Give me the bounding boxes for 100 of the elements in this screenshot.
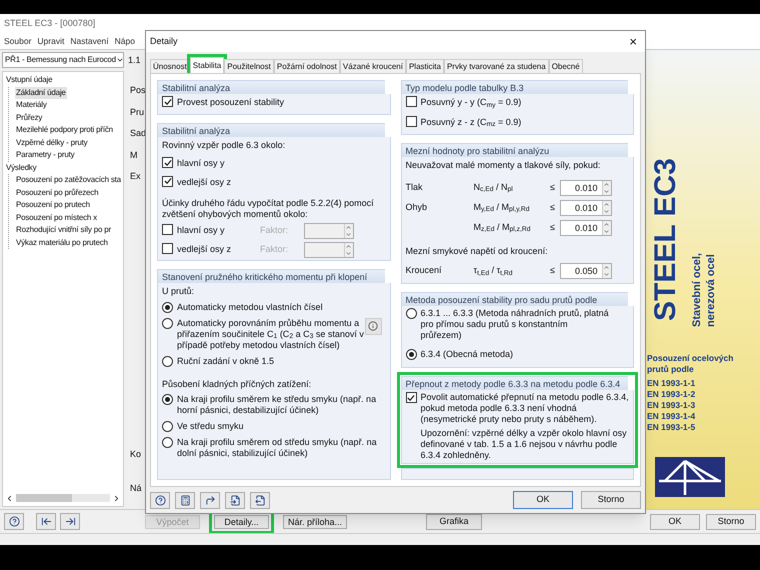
- export-button[interactable]: [60, 513, 80, 530]
- ok-button[interactable]: OK: [650, 514, 700, 530]
- tree-item[interactable]: Posouzení po prutech: [15, 199, 91, 212]
- radio-button[interactable]: [162, 356, 173, 366]
- tree-item[interactable]: Posouzení po zatěžovacích sta: [15, 174, 122, 186]
- ok-button[interactable]: OK: [513, 491, 573, 509]
- standard-name: EN 1993-1-2: [647, 389, 696, 400]
- group-label: U prutů:: [162, 285, 196, 298]
- checkbox[interactable]: [162, 224, 173, 236]
- radio-button[interactable]: [162, 421, 173, 432]
- field-label: Ko: [130, 448, 142, 461]
- product-title: STEEL EC3: [649, 158, 683, 321]
- tab[interactable]: Plasticita: [406, 59, 444, 73]
- default-button[interactable]: [200, 492, 220, 508]
- standard-name: EN 1993-1-5: [647, 422, 696, 433]
- row-label: Ohyb: [406, 200, 428, 214]
- section-header: Stabilitní analýza: [157, 122, 384, 136]
- field-label: Ex: [130, 170, 141, 183]
- radio-button[interactable]: [162, 318, 173, 328]
- tree-item[interactable]: Posouzení po místech x: [15, 212, 98, 224]
- factor-label: Faktor:: [260, 224, 290, 238]
- checkbox[interactable]: [406, 116, 416, 126]
- menu-item[interactable]: Upravit: [37, 34, 64, 48]
- checkbox[interactable]: [406, 96, 416, 107]
- close-button[interactable]: ×: [625, 35, 641, 48]
- radio-button[interactable]: [162, 437, 173, 448]
- less-equal-sign: ≤: [549, 200, 556, 214]
- checkbox[interactable]: [162, 96, 173, 107]
- checkbox[interactable]: [162, 176, 173, 186]
- help-button[interactable]: [4, 513, 24, 530]
- tree-item[interactable]: Vzpěrné délky - pruty: [15, 136, 88, 149]
- checkbox-label: Provest posouzení stability: [177, 96, 284, 109]
- radio-label: Na kraji profilu směrem od středu smyku (např. na dolní pásnici, stabilizující účinek): [177, 437, 377, 459]
- tree-item[interactable]: Základní údaje: [15, 86, 67, 99]
- group-label: Účinky druhého řádu vypočítat podle 5.2.2(4) pomocí zvětšení ohybových momentů okolo:: [162, 198, 375, 220]
- tab[interactable]: Stabilita: [190, 57, 224, 73]
- tree-item[interactable]: Parametry - pruty: [15, 149, 76, 162]
- formula: M$_{y,Ed}$ / M$_{pl,y,Rd}$: [474, 200, 531, 214]
- product-caption: Posouzení ocelových prutů podle: [647, 353, 734, 375]
- tree-item[interactable]: Výsledky: [5, 162, 38, 174]
- tree-item[interactable]: Posouzení po průřezech: [15, 186, 100, 199]
- action-button[interactable]: Detaily...: [214, 514, 269, 528]
- radio-label: Automaticky metodou vlastních čísel: [177, 302, 323, 312]
- group-label: Neuvažovat malé momenty a tlakové síly, pokud:: [406, 159, 602, 172]
- horizontal-scrollbar[interactable]: [5, 492, 121, 504]
- cancel-button[interactable]: Storno: [581, 491, 641, 509]
- radio-button[interactable]: [162, 394, 173, 405]
- checkbox-label: hlavní osy y: [177, 224, 225, 238]
- tab[interactable]: Požární odolnost: [274, 59, 340, 73]
- panel-header: 1.1: [128, 54, 141, 66]
- menu-item[interactable]: Nastavení: [70, 34, 109, 48]
- cancel-button[interactable]: Storno: [706, 514, 756, 530]
- load-button[interactable]: [225, 492, 245, 508]
- tree-item[interactable]: Mezilehlé podpory proti příčn: [15, 124, 114, 136]
- help-icon: [154, 494, 166, 506]
- number-spinner[interactable]: 0.010: [560, 200, 612, 216]
- tree-item[interactable]: Vstupní údaje: [5, 74, 54, 86]
- checkbox[interactable]: [162, 157, 173, 168]
- action-button[interactable]: Nár. příloha...: [283, 514, 348, 528]
- tab[interactable]: Obecné: [548, 59, 583, 73]
- units-button[interactable]: [175, 492, 195, 508]
- menu-item[interactable]: Nápo: [114, 34, 135, 48]
- radio-button[interactable]: [162, 302, 173, 312]
- info-button[interactable]: [364, 318, 382, 334]
- tree-item[interactable]: Průřezy: [15, 112, 44, 124]
- field-label: Ná: [130, 482, 142, 494]
- arrow-right-icon: [64, 516, 76, 527]
- tree-item[interactable]: Výkaz materiálu po prutech: [15, 236, 109, 249]
- radio-label: 6.3.4 (Obecná metoda): [420, 349, 514, 360]
- number-spinner[interactable]: 0.010: [560, 220, 612, 236]
- load-case-select[interactable]: PŘ1 - Bemessung nach Eurocod: [2, 52, 124, 68]
- radio-label: Automaticky porovnáním průběhu momentu a přiřazením součinitele C$_{1}$ (C$_{2}$ a C$_{3}$ se stanoví v případě potřeby metodou vlastních čísel): [177, 318, 365, 350]
- checkmark-icon: [164, 98, 172, 106]
- tab[interactable]: Únosnost: [150, 59, 190, 73]
- radio-button[interactable]: [406, 349, 416, 360]
- import-button[interactable]: [36, 513, 56, 530]
- factor-label: Faktor:: [260, 243, 290, 256]
- help-button[interactable]: [150, 492, 170, 508]
- tree-item[interactable]: Materiály: [15, 99, 48, 112]
- formula: τ$_{t,Ed}$ / τ$_{t,Rd}$: [474, 264, 514, 278]
- tab[interactable]: Použitelnost: [224, 59, 274, 73]
- checkbox-label: Posuvný y - y (C$_{my}$ = 0.9): [420, 96, 522, 110]
- number-spinner[interactable]: 0.010: [560, 180, 612, 196]
- section-header: Stanovení pružného kritického momentu při klopení: [157, 269, 384, 283]
- save-button[interactable]: [250, 492, 270, 508]
- section-header: Stabilitní analýza: [157, 80, 384, 94]
- checkbox[interactable]: [406, 392, 416, 403]
- field-label: M: [130, 148, 138, 162]
- tab[interactable]: Vázané kroucení: [340, 59, 406, 73]
- curved-arrow-icon: [204, 494, 216, 506]
- radio-button[interactable]: [406, 308, 416, 319]
- graphics-button[interactable]: Grafika: [426, 514, 482, 530]
- product-subtitle: Stavební ocel,: [690, 252, 704, 327]
- section-header: Přepnout z metody podle 6.3.3 na metodu podle 6.3.4: [400, 376, 628, 390]
- number-spinner[interactable]: 0.050: [560, 263, 612, 279]
- tree-item[interactable]: Rozhodující vnitřní síly po pr: [15, 224, 112, 236]
- checkbox[interactable]: [162, 243, 173, 254]
- menu-item[interactable]: Soubor: [4, 34, 32, 48]
- tab[interactable]: Prvky tvarované za studena: [444, 59, 549, 73]
- help-icon: [8, 516, 20, 527]
